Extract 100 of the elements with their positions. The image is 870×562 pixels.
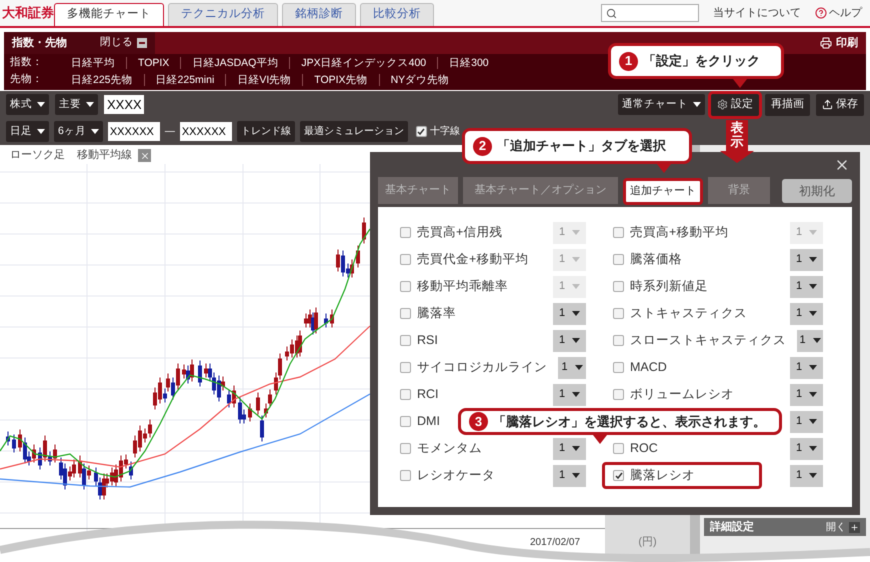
site-link[interactable]: 当サイトについて xyxy=(713,4,801,22)
reset-button[interactable]: 初期化 xyxy=(782,179,852,203)
checkbox[interactable] xyxy=(613,470,624,481)
number-dropdown[interactable]: 1 xyxy=(553,302,586,324)
index-link[interactable]: TOPIX xyxy=(126,56,180,68)
caret-icon xyxy=(574,365,583,370)
option-label: サイコロジカルライン xyxy=(417,359,547,376)
close-button[interactable]: 閉じる xyxy=(100,35,147,51)
logo[interactable]: 大和証券 xyxy=(0,3,54,23)
index-link[interactable]: 日経225mini xyxy=(144,74,226,86)
search-field[interactable] xyxy=(601,4,699,22)
number-dropdown[interactable]: 1 xyxy=(553,384,586,406)
index-link[interactable]: 日経225先物 xyxy=(60,74,144,86)
option-label: 売買高+移動平均 xyxy=(630,224,728,242)
caret-icon xyxy=(809,311,818,316)
option-label: ボリュームレシオ xyxy=(630,386,734,404)
option-label: 売買高+信用残 xyxy=(417,224,502,242)
arrow-text: 表示 xyxy=(730,121,744,150)
redraw-button[interactable]: 再描画 xyxy=(765,94,810,116)
index-link[interactable]: 日経VI先物 xyxy=(225,74,302,86)
index-link[interactable]: 日経JASDAQ平均 xyxy=(180,56,290,68)
nav-tab[interactable]: 比較分析 xyxy=(360,3,434,26)
candlestick xyxy=(356,245,360,268)
index-link[interactable]: JPX日経インデックス400 xyxy=(289,56,438,68)
caret-icon xyxy=(572,338,580,343)
number-dropdown[interactable]: 1 xyxy=(790,248,823,270)
checkbox[interactable] xyxy=(613,281,624,292)
number-dropdown[interactable]: 1 xyxy=(553,438,586,460)
number-dropdown[interactable]: 1 xyxy=(553,330,586,352)
candlestick xyxy=(324,313,328,328)
tool-button[interactable]: 最適シミュレーション xyxy=(300,121,408,142)
callout-text: 「騰落レシオ」を選択すると、表示されます。 xyxy=(493,412,766,431)
checkbox[interactable] xyxy=(400,308,411,319)
number-dropdown[interactable]: 1 xyxy=(558,356,586,378)
checkbox[interactable] xyxy=(416,126,427,137)
caret-icon xyxy=(572,284,580,289)
dropdown[interactable]: 主要 xyxy=(55,94,98,115)
close-icon[interactable] xyxy=(138,149,151,162)
number-dropdown[interactable]: 1 xyxy=(790,384,823,406)
checkbox[interactable] xyxy=(400,335,411,346)
caret-icon xyxy=(812,338,821,343)
option-label: ROC xyxy=(630,440,658,458)
caret-icon xyxy=(693,102,701,107)
row-label: 先物： xyxy=(10,72,44,87)
checkbox[interactable] xyxy=(613,362,624,373)
caret-icon xyxy=(90,129,99,134)
number-dropdown[interactable]: 1 xyxy=(790,438,823,460)
number-dropdown[interactable]: 1 xyxy=(790,356,823,378)
number-dropdown[interactable]: 1 xyxy=(553,464,586,486)
caret-icon xyxy=(809,473,818,478)
callout-text: 「追加チャート」タブを選択 xyxy=(497,137,666,156)
checkbox[interactable] xyxy=(400,389,411,400)
checkbox[interactable] xyxy=(400,470,411,481)
date-field[interactable]: XXXXXX xyxy=(180,122,232,141)
checkbox[interactable] xyxy=(613,335,624,346)
number-dropdown[interactable]: 1 xyxy=(790,276,823,298)
number-dropdown[interactable]: 1 xyxy=(790,302,823,324)
candlestick xyxy=(198,360,202,387)
save-button[interactable]: 保存 xyxy=(816,94,864,116)
unit-label: (円) xyxy=(638,534,657,550)
checkbox[interactable] xyxy=(400,443,411,454)
checkbox[interactable] xyxy=(613,308,624,319)
checkbox[interactable] xyxy=(613,389,624,400)
tool-button[interactable]: トレンド線 xyxy=(236,121,295,142)
candlestick xyxy=(362,217,366,244)
caret-icon xyxy=(37,102,45,107)
checkbox[interactable] xyxy=(400,362,411,373)
help-link[interactable]: ヘルプ xyxy=(829,4,862,22)
caret-icon xyxy=(572,446,580,451)
option-label: 騰落レシオ xyxy=(630,467,695,484)
index-link[interactable]: 日経300 xyxy=(437,56,500,68)
number-dropdown[interactable]: 1 xyxy=(790,464,823,486)
save-icon xyxy=(822,99,833,110)
expand-button[interactable]: 開く xyxy=(826,520,860,534)
nav-tab[interactable]: 銘柄診断 xyxy=(282,3,356,26)
dialog-tab[interactable]: 追加チャート xyxy=(623,178,703,205)
dropdown[interactable]: 日足 xyxy=(6,121,49,142)
dropdown[interactable]: 通常チャート xyxy=(618,94,705,115)
nav-tab[interactable]: 多機能チャート xyxy=(54,3,164,26)
index-link[interactable]: NYダウ先物 xyxy=(378,74,460,86)
caret-icon xyxy=(572,257,580,262)
help-icon xyxy=(815,7,827,19)
dropdown[interactable]: 株式 xyxy=(6,94,49,115)
checkbox[interactable] xyxy=(613,254,624,265)
caret-icon xyxy=(809,257,818,262)
minus-icon xyxy=(137,38,147,48)
step-number: 1 xyxy=(619,52,638,70)
option-label: RSI xyxy=(417,332,438,350)
nav-tab[interactable]: テクニカル分析 xyxy=(168,3,278,26)
checkbox[interactable] xyxy=(400,416,411,427)
dropdown[interactable]: 6ヶ月 xyxy=(54,121,103,142)
date-field[interactable]: XXXXXX xyxy=(108,122,160,141)
index-link[interactable]: TOPIX先物 xyxy=(302,74,379,86)
number-dropdown[interactable]: 1 xyxy=(797,330,823,352)
settings-button[interactable]: 設定 xyxy=(711,94,759,116)
index-link[interactable]: 日経平均 xyxy=(60,56,126,68)
print-button[interactable]: 印刷 xyxy=(820,34,858,52)
candlestick xyxy=(248,403,252,422)
checkbox[interactable] xyxy=(613,443,624,454)
number-dropdown[interactable]: 1 xyxy=(790,410,823,432)
